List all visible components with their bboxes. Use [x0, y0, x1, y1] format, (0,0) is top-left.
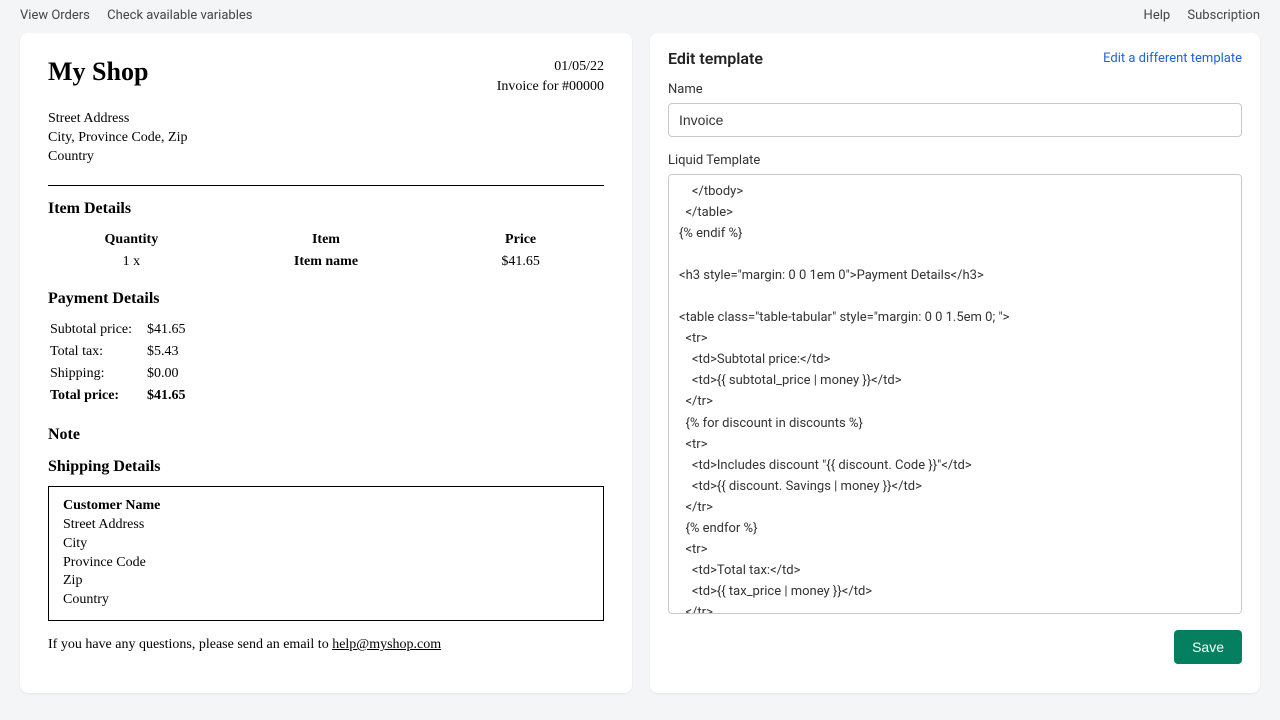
cell-item: Item name — [215, 252, 437, 272]
ship-city: City — [63, 535, 589, 554]
liquid-label: Liquid Template — [668, 153, 1242, 168]
subtotal-label: Subtotal price: — [50, 320, 145, 340]
shipping-label: Shipping: — [50, 364, 145, 384]
editor-title: Edit template — [668, 49, 763, 68]
shop-name: My Shop — [48, 57, 148, 87]
cell-qty: 1 x — [48, 252, 215, 272]
address-country: Country — [48, 148, 604, 167]
item-details-heading: Item Details — [48, 200, 604, 218]
editor-panel: Edit template Edit a different template … — [650, 33, 1260, 693]
shop-address: Street Address City, Province Code, Zip … — [48, 110, 604, 167]
subtotal-value: $41.65 — [147, 320, 196, 340]
name-label: Name — [668, 82, 1242, 97]
ship-country: Country — [63, 591, 589, 610]
edit-different-template-link[interactable]: Edit a different template — [1103, 51, 1242, 66]
payment-table: Subtotal price:$41.65 Total tax:$5.43 Sh… — [48, 318, 198, 408]
col-quantity: Quantity — [48, 228, 215, 252]
ship-zip: Zip — [63, 572, 589, 591]
total-value: $41.65 — [147, 386, 196, 406]
subscription-link[interactable]: Subscription — [1187, 8, 1260, 23]
footer-note: If you have any questions, please send a… — [48, 637, 604, 653]
divider — [48, 185, 604, 186]
invoice-date: 01/05/22 — [497, 57, 604, 77]
help-link[interactable]: Help — [1144, 8, 1171, 23]
customer-name: Customer Name — [63, 497, 589, 516]
view-orders-link[interactable]: View Orders — [20, 8, 90, 23]
payment-details-heading: Payment Details — [48, 290, 604, 308]
ship-province: Province Code — [63, 554, 589, 573]
address-street: Street Address — [48, 110, 604, 129]
top-bar: View Orders Check available variables He… — [0, 0, 1280, 27]
save-button[interactable]: Save — [1174, 630, 1242, 664]
shipping-details-heading: Shipping Details — [48, 458, 604, 476]
check-variables-link[interactable]: Check available variables — [107, 8, 252, 23]
table-row: 1 x Item name $41.65 — [48, 252, 604, 272]
cell-price: $41.65 — [437, 252, 604, 272]
tax-value: $5.43 — [147, 342, 196, 362]
preview-panel: My Shop 01/05/22 Invoice for #00000 Stre… — [20, 33, 632, 693]
tax-label: Total tax: — [50, 342, 145, 362]
shipping-box: Customer Name Street Address City Provin… — [48, 486, 604, 621]
items-table: Quantity Item Price 1 x Item name $41.65 — [48, 228, 604, 272]
footer-prefix: If you have any questions, please send a… — [48, 637, 332, 652]
col-item: Item — [215, 228, 437, 252]
template-name-input[interactable] — [668, 103, 1242, 137]
footer-email-link[interactable]: help@myshop.com — [332, 637, 441, 652]
col-price: Price — [437, 228, 604, 252]
note-heading: Note — [48, 426, 604, 444]
liquid-template-textarea[interactable] — [668, 174, 1242, 614]
address-csz: City, Province Code, Zip — [48, 129, 604, 148]
invoice-number: Invoice for #00000 — [497, 77, 604, 97]
ship-street: Street Address — [63, 516, 589, 535]
total-label: Total price: — [50, 386, 145, 406]
shipping-value: $0.00 — [147, 364, 196, 384]
invoice-meta: 01/05/22 Invoice for #00000 — [497, 57, 604, 96]
